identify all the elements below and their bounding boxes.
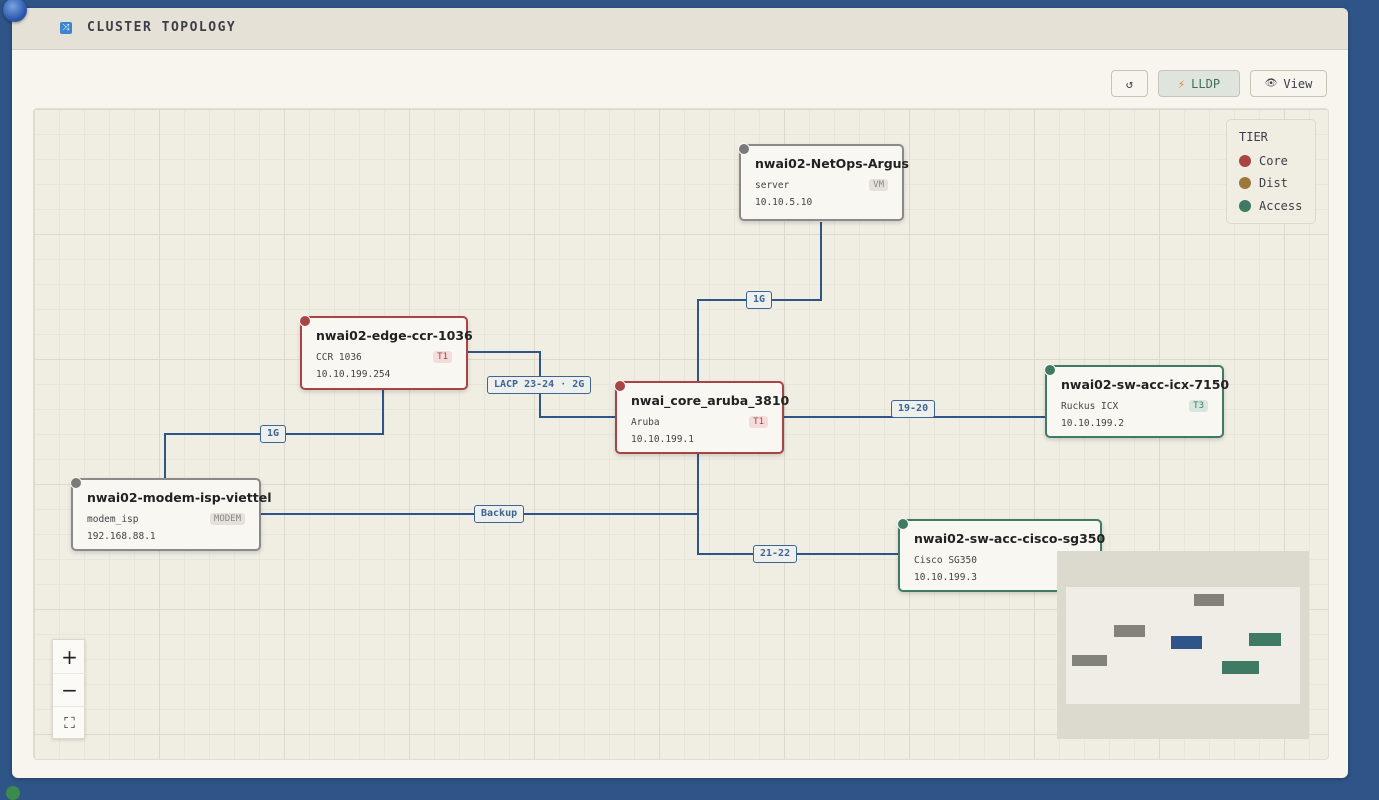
- legend-label: Access: [1259, 199, 1303, 213]
- node-status-dot: [738, 143, 750, 155]
- legend-swatch-core: [1239, 155, 1251, 167]
- link-label-edge-core[interactable]: LACP 23-24 · 2G: [487, 376, 592, 394]
- legend-swatch-dist: [1239, 177, 1251, 189]
- lldp-label: LLDP: [1191, 76, 1221, 91]
- node-name: nwai02-edge-ccr-1036: [316, 328, 473, 343]
- minimap-node: [1249, 633, 1281, 646]
- node-type: modem_isp: [87, 514, 139, 525]
- node-badge: T1: [433, 351, 452, 363]
- node-badge: MODEM: [209, 513, 245, 525]
- node-type: Cisco SG350: [914, 555, 977, 566]
- zoom-in-button[interactable]: +: [53, 640, 86, 674]
- tier-legend: TIER Core Dist Access: [1226, 119, 1316, 224]
- node-ip: 10.10.199.1: [631, 434, 694, 445]
- node-status-dot: [897, 518, 909, 530]
- topology-canvas[interactable]: 1G LACP 23-24 · 2G 19-20 1G Backup 21-22…: [33, 108, 1329, 760]
- view-label: View: [1283, 76, 1313, 91]
- zoom-out-button[interactable]: −: [53, 673, 86, 707]
- legend-title: TIER: [1239, 130, 1268, 144]
- node-name: nwai02-sw-acc-cisco-sg350: [914, 531, 1106, 546]
- node-ip: 10.10.199.2: [1061, 418, 1124, 429]
- node-sw-acc-icx-7150[interactable]: nwai02-sw-acc-icx-7150 Ruckus ICX T3 10.…: [1044, 364, 1229, 438]
- window-orb-bottom: [6, 786, 20, 800]
- node-name: nwai_core_aruba_3810: [631, 393, 790, 408]
- minimap[interactable]: [1057, 551, 1309, 739]
- node-status-dot: [614, 380, 626, 392]
- fit-view-button[interactable]: ⛶: [53, 706, 86, 739]
- node-type: Aruba: [631, 417, 660, 428]
- node-badge: T1: [749, 416, 768, 428]
- link-core-sg350: [697, 454, 898, 555]
- refresh-button[interactable]: ↺: [1111, 70, 1148, 97]
- link-label-core-sg350[interactable]: 21-22: [753, 545, 798, 563]
- eye-icon: 👁: [1264, 78, 1278, 89]
- zoom-controls: + − ⛶: [52, 639, 86, 739]
- node-type: Ruckus ICX: [1061, 401, 1119, 412]
- link-label-argus-core[interactable]: 1G: [746, 291, 773, 309]
- minimap-node: [1114, 625, 1145, 637]
- node-name: nwai02-modem-isp-viettel: [87, 490, 272, 505]
- legend-label: Core: [1259, 154, 1288, 168]
- node-type: server: [755, 180, 790, 191]
- node-status-dot: [299, 315, 311, 327]
- link-label-core-icx[interactable]: 19-20: [891, 400, 936, 418]
- minimap-node: [1072, 655, 1107, 666]
- shuffle-icon: ⤨: [60, 22, 72, 34]
- minimap-node: [1171, 636, 1202, 649]
- node-name: nwai02-NetOps-Argus: [755, 156, 909, 171]
- node-name: nwai02-sw-acc-icx-7150: [1061, 377, 1230, 392]
- node-ip: 10.10.199.3: [914, 572, 977, 583]
- node-type: CCR 1036: [316, 352, 362, 363]
- legend-item-dist: Dist: [1239, 176, 1288, 190]
- node-netops-argus[interactable]: nwai02-NetOps-Argus server VM 10.10.5.10: [738, 143, 909, 221]
- topology-panel: ⤨ CLUSTER TOPOLOGY ↺ ⚡ LLDP 👁 View 1G LA…: [12, 8, 1348, 778]
- node-status-dot: [1044, 364, 1056, 376]
- node-ip: 192.168.88.1: [87, 531, 156, 542]
- node-status-dot: [70, 477, 82, 489]
- node-core-aruba-3810[interactable]: nwai_core_aruba_3810 Aruba T1 10.10.199.…: [614, 380, 789, 454]
- panel-header: ⤨ CLUSTER TOPOLOGY: [12, 8, 1348, 50]
- node-edge-ccr-1036[interactable]: nwai02-edge-ccr-1036 CCR 1036 T1 10.10.1…: [299, 315, 473, 390]
- minimap-node: [1222, 661, 1259, 674]
- lightning-icon: ⚡: [1177, 76, 1186, 91]
- node-badge: VM: [869, 179, 888, 191]
- panel-title: CLUSTER TOPOLOGY: [87, 20, 237, 35]
- refresh-icon: ↺: [1125, 76, 1134, 91]
- legend-swatch-access: [1239, 200, 1251, 212]
- view-button[interactable]: 👁 View: [1250, 70, 1327, 97]
- lldp-button[interactable]: ⚡ LLDP: [1158, 70, 1240, 97]
- legend-item-access: Access: [1239, 199, 1302, 213]
- link-label-modem-core[interactable]: Backup: [474, 505, 525, 523]
- node-badge: T3: [1189, 400, 1208, 412]
- minimap-node: [1194, 594, 1224, 606]
- node-ip: 10.10.199.254: [316, 369, 391, 380]
- legend-label: Dist: [1259, 176, 1288, 190]
- node-modem-isp-viettel[interactable]: nwai02-modem-isp-viettel modem_isp MODEM…: [70, 477, 272, 551]
- legend-item-core: Core: [1239, 154, 1288, 168]
- node-ip: 10.10.5.10: [755, 197, 813, 208]
- link-label-modem-edge[interactable]: 1G: [260, 425, 287, 443]
